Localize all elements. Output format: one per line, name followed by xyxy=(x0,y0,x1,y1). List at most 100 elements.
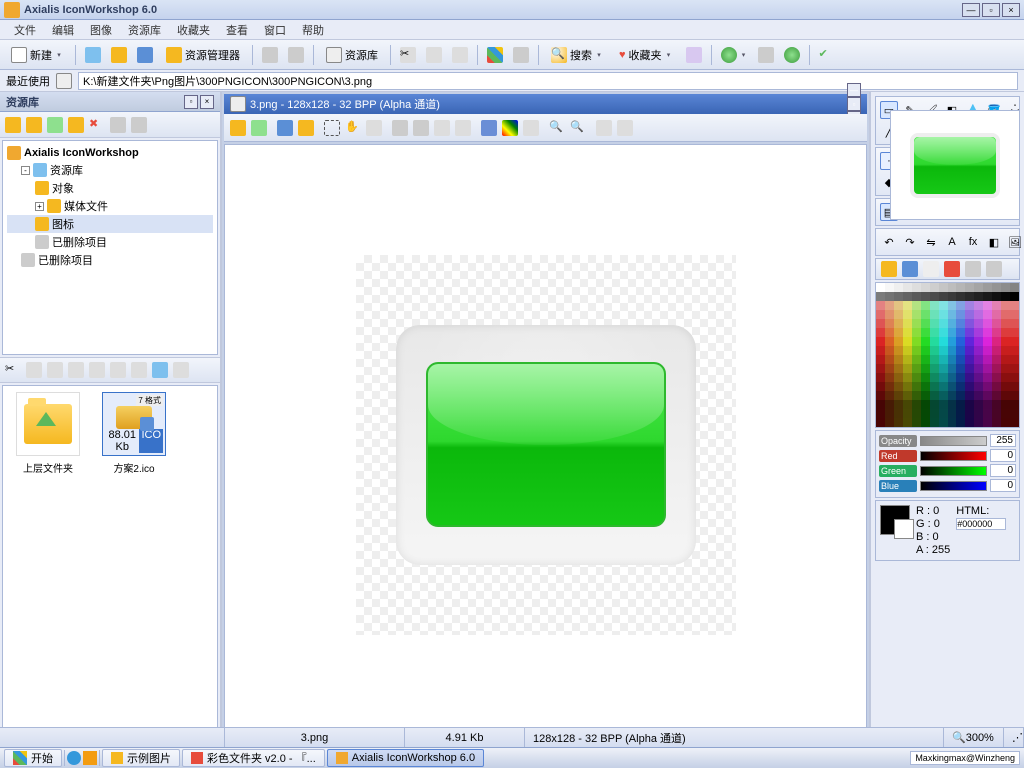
palette-color[interactable] xyxy=(903,337,912,346)
palette-color[interactable] xyxy=(912,409,921,418)
doc-min-button[interactable]: — xyxy=(847,83,861,97)
palette-color[interactable] xyxy=(903,355,912,364)
palette-color[interactable] xyxy=(1001,319,1010,328)
palette-color[interactable] xyxy=(965,400,974,409)
palette-color[interactable] xyxy=(876,310,885,319)
palette-color[interactable] xyxy=(1010,337,1019,346)
dt-undo[interactable] xyxy=(390,118,410,138)
dt-9[interactable] xyxy=(615,118,635,138)
palette-color[interactable] xyxy=(921,373,930,382)
palette-color[interactable] xyxy=(903,310,912,319)
palette-color[interactable] xyxy=(885,409,894,418)
palette-color[interactable] xyxy=(956,337,965,346)
path-input[interactable] xyxy=(78,72,1018,90)
palette-color[interactable] xyxy=(876,373,885,382)
palette-color[interactable] xyxy=(974,400,983,409)
palette-color[interactable] xyxy=(930,319,939,328)
palette-color[interactable] xyxy=(983,400,992,409)
palette-color[interactable] xyxy=(1010,292,1019,301)
paste-button[interactable] xyxy=(448,44,472,66)
palette-color[interactable] xyxy=(965,292,974,301)
dt-8[interactable] xyxy=(594,118,614,138)
palette-color[interactable] xyxy=(885,337,894,346)
palette-color[interactable] xyxy=(912,310,921,319)
palette-color[interactable] xyxy=(992,391,1001,400)
tree-icons[interactable]: 图标 xyxy=(7,215,213,233)
palette-color[interactable] xyxy=(921,355,930,364)
palette-color[interactable] xyxy=(965,283,974,292)
palette-color[interactable] xyxy=(921,400,930,409)
menu-window[interactable]: 窗口 xyxy=(256,20,294,40)
palette-color[interactable] xyxy=(974,346,983,355)
menu-file[interactable]: 文件 xyxy=(6,20,44,40)
palette-color[interactable] xyxy=(894,364,903,373)
palette-color[interactable] xyxy=(965,382,974,391)
palette-color[interactable] xyxy=(948,355,957,364)
palette-color[interactable] xyxy=(1001,373,1010,382)
lib-props-button[interactable] xyxy=(129,115,149,135)
window-list-button[interactable] xyxy=(682,44,706,66)
palette-color[interactable] xyxy=(921,364,930,373)
palette-color[interactable] xyxy=(992,283,1001,292)
close-button[interactable]: × xyxy=(1002,3,1020,17)
th-paste[interactable] xyxy=(45,360,65,380)
palette-color[interactable] xyxy=(921,283,930,292)
canvas[interactable] xyxy=(224,144,867,745)
palette-color[interactable] xyxy=(1010,391,1019,400)
palette-color[interactable] xyxy=(1001,409,1010,418)
palette-color[interactable] xyxy=(876,283,885,292)
tree-deleted-2[interactable]: 已删除项目 xyxy=(7,251,213,269)
dt-zoomin[interactable]: 🔍 xyxy=(547,118,567,138)
palette-color[interactable] xyxy=(939,346,948,355)
palette-color[interactable] xyxy=(894,283,903,292)
palette-color[interactable] xyxy=(948,283,957,292)
palette-color[interactable] xyxy=(956,373,965,382)
palette-color[interactable] xyxy=(948,373,957,382)
palette-color[interactable] xyxy=(903,328,912,337)
palette-color[interactable] xyxy=(974,283,983,292)
th-d[interactable] xyxy=(129,360,149,380)
palette-color[interactable] xyxy=(921,391,930,400)
pal-save[interactable] xyxy=(900,259,920,279)
palette-color[interactable] xyxy=(885,373,894,382)
task-1[interactable]: 示例图片 xyxy=(102,749,180,767)
tree-deleted-1[interactable]: 已删除项目 xyxy=(7,233,213,251)
g-value[interactable]: 0 xyxy=(990,464,1016,477)
palette-color[interactable] xyxy=(948,319,957,328)
palette-color[interactable] xyxy=(965,373,974,382)
fx-tool[interactable]: fx xyxy=(964,233,982,251)
palette-color[interactable] xyxy=(930,337,939,346)
palette-color[interactable] xyxy=(885,310,894,319)
th-b[interactable] xyxy=(87,360,107,380)
palette-color[interactable] xyxy=(983,409,992,418)
palette-color[interactable] xyxy=(939,409,948,418)
palette-color[interactable] xyxy=(912,301,921,310)
palette-color[interactable] xyxy=(894,346,903,355)
palette-color[interactable] xyxy=(894,310,903,319)
palette-color[interactable] xyxy=(885,355,894,364)
palette-color[interactable] xyxy=(992,355,1001,364)
palette-color[interactable] xyxy=(992,382,1001,391)
palette-color[interactable] xyxy=(894,328,903,337)
palette-color[interactable] xyxy=(885,292,894,301)
palette-color[interactable] xyxy=(948,328,957,337)
palette-color[interactable] xyxy=(948,301,957,310)
palette-color[interactable] xyxy=(921,292,930,301)
palette-color[interactable] xyxy=(983,337,992,346)
palette-color[interactable] xyxy=(930,355,939,364)
palette-color[interactable] xyxy=(939,364,948,373)
palette-color[interactable] xyxy=(965,418,974,427)
palette-color[interactable] xyxy=(885,346,894,355)
palette-color[interactable] xyxy=(956,400,965,409)
palette-color[interactable] xyxy=(974,301,983,310)
palette-color[interactable] xyxy=(992,418,1001,427)
palette-color[interactable] xyxy=(948,364,957,373)
palette-color[interactable] xyxy=(948,382,957,391)
thumb-up-folder[interactable]: 上层文件夹 xyxy=(9,392,87,475)
minimize-button[interactable]: — xyxy=(962,3,980,17)
palette-color[interactable] xyxy=(1001,364,1010,373)
palette-color[interactable] xyxy=(903,409,912,418)
palette-color[interactable] xyxy=(992,337,1001,346)
tree-objects[interactable]: 对象 xyxy=(7,179,213,197)
palette-color[interactable] xyxy=(894,409,903,418)
